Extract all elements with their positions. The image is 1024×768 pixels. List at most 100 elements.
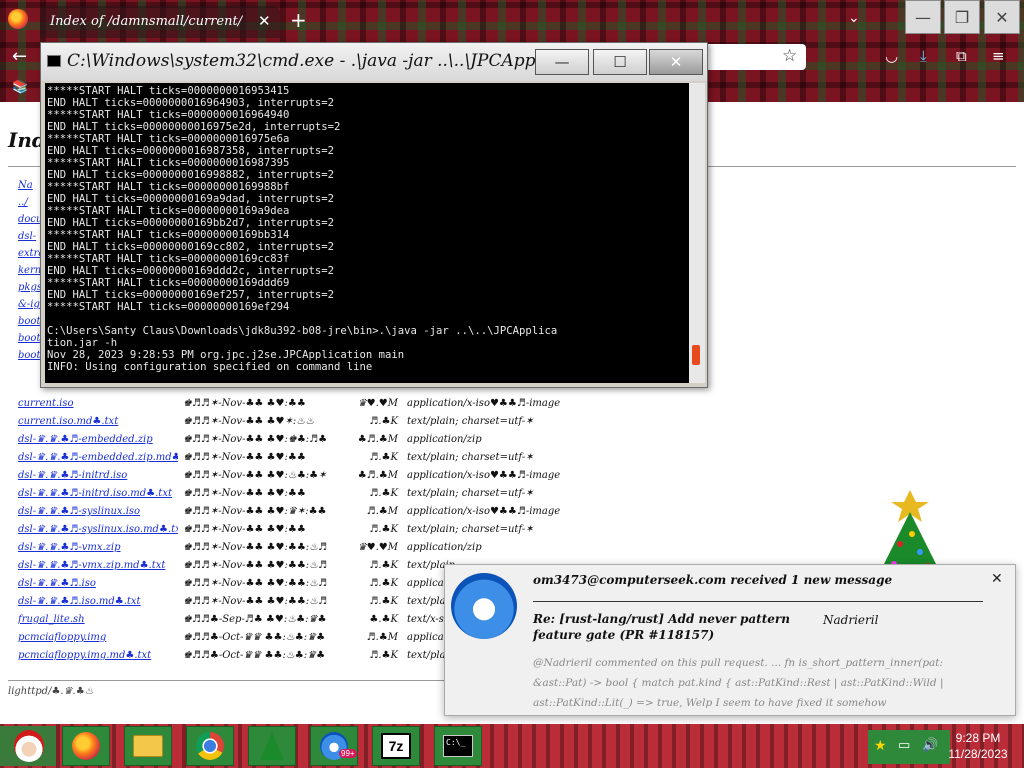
unread-badge: 99+: [339, 749, 357, 758]
listing-link[interactable]: extra: [18, 248, 40, 265]
notification-author: Nadrieril: [823, 613, 879, 627]
tray-network-icon[interactable]: ▭: [898, 738, 910, 753]
file-size: ♣♬.♣M: [357, 434, 398, 445]
listing-link[interactable]: boot: [18, 350, 40, 367]
christmas-tree-icon: [880, 490, 940, 572]
file-link[interactable]: frugal_lite.sh: [18, 614, 178, 625]
file-link[interactable]: dsl-♛.♛.♣♬.iso: [18, 578, 178, 589]
minimize-window-button[interactable]: —: [905, 0, 941, 34]
taskbar-tree-app[interactable]: [248, 726, 296, 766]
console-line: *****START HALT ticks=00000000169bb314: [47, 229, 290, 241]
taskbar-thunderbird[interactable]: 99+: [310, 726, 358, 766]
taskbar-file-explorer[interactable]: [124, 726, 172, 766]
file-date: ♚♬♬✶-Nov-♣♣ ♣♥:♣♣: [183, 398, 306, 409]
cmd-close-button[interactable]: ✕: [649, 49, 703, 75]
cmd-maximize-button[interactable]: ☐: [593, 49, 647, 75]
file-type: text/plain; charset=utf-✶: [407, 524, 534, 535]
file-size: ♬.♣K: [369, 650, 398, 661]
system-tray[interactable]: ★ ▭ 🔊: [868, 730, 950, 764]
file-link[interactable]: current.iso.md♣.txt: [18, 416, 178, 427]
restore-window-button[interactable]: ❐: [944, 0, 980, 34]
cmd-minimize-button[interactable]: —: [535, 49, 589, 75]
notification-subject: Re: [rust-lang/rust] Add never pattern f…: [533, 612, 790, 642]
file-link[interactable]: dsl-♛.♛.♣♬-initrd.iso: [18, 470, 178, 481]
taskbar-clock[interactable]: 9:28 PM 11/28/2023: [946, 730, 1010, 762]
tab-close-icon[interactable]: ✕: [258, 12, 271, 30]
console-scrollbar[interactable]: [689, 83, 705, 383]
file-type: application/x-iso♥♣♣♬-image: [407, 470, 561, 481]
console-line: tion.jar -h: [47, 337, 118, 349]
listing-link[interactable]: dsl-: [18, 231, 40, 248]
taskbar-chrome[interactable]: [186, 726, 234, 766]
taskbar-firefox[interactable]: [62, 726, 110, 766]
listing-link[interactable]: docu: [18, 214, 40, 231]
close-window-button[interactable]: ✕: [984, 0, 1020, 34]
file-date: ♚♬♬✶-Nov-♣♣ ♣♥:♣♣: [183, 524, 306, 535]
file-link[interactable]: dsl-♛.♛.♣♬-vmx.zip: [18, 542, 178, 553]
cmd-title-bar[interactable]: C:\Windows\system32\cmd.exe - .\java -ja…: [41, 43, 707, 81]
file-link[interactable]: dsl-♛.♛.♣♬-embedded.zip.md♣.txt: [18, 452, 178, 463]
cmd-window[interactable]: C:\Windows\system32\cmd.exe - .\java -ja…: [40, 42, 708, 388]
file-type: application/zip: [407, 542, 482, 553]
file-link[interactable]: dsl-♛.♛.♣♬-initrd.iso.md♣.txt: [18, 488, 178, 499]
file-link[interactable]: pcmciafloppy.img: [18, 632, 178, 643]
notification-sender: om3473@computerseek.com received 1 new m…: [533, 573, 893, 587]
listing-link[interactable]: pkgs: [18, 282, 40, 299]
file-type: application/zip: [407, 434, 482, 445]
file-link[interactable]: dsl-♛.♛.♣♬-syslinux.iso: [18, 506, 178, 517]
file-date: ♚♬♬✶-Nov-♣♣ ♣♥:♣♣:♨♬: [183, 542, 328, 553]
file-link[interactable]: dsl-♛.♛.♣♬-vmx.zip.md♣.txt: [18, 560, 178, 571]
file-date: ♚♬♬✶-Nov-♣♣ ♣♥:♣♣: [183, 488, 306, 499]
listing-link[interactable]: boot: [18, 316, 40, 333]
file-date: ♚♬♬♣-Oct-♛♛ ♣♣:♨♣:♛♣: [183, 650, 326, 661]
tray-star-icon[interactable]: ★: [874, 738, 887, 754]
new-tab-button[interactable]: +: [290, 10, 307, 30]
file-size: ♬.♣K: [369, 524, 398, 535]
console-line: END HALT ticks=00000000169a9dad, interru…: [47, 193, 335, 205]
file-date: ♚♬♬✶-Nov-♣♣ ♣♥:♣♣:♨♬: [183, 596, 328, 607]
scrollbar-thumb[interactable]: [692, 345, 700, 365]
listing-link[interactable]: ../: [18, 197, 40, 214]
7zip-icon: 7z: [381, 733, 411, 759]
clock-date: 11/28/2023: [948, 747, 1008, 761]
file-type: application/x-iso♥♣♣♬-image: [407, 506, 561, 517]
file-link[interactable]: dsl-♛.♛.♣♬-syslinux.iso.md♣.txt: [18, 524, 178, 535]
file-date: ♚♬♬✶-Nov-♣♣ ♣♥:♣♣: [183, 452, 306, 463]
folder-icon: [133, 735, 163, 757]
listing-link[interactable]: kerne: [18, 265, 40, 282]
file-link[interactable]: pcmciafloppy.img.md♣.txt: [18, 650, 178, 661]
file-date: ♚♬♬♣-Oct-♛♛ ♣♣:♨♣:♛♣: [183, 632, 326, 643]
firefox-logo-icon[interactable]: [8, 9, 28, 29]
file-size: ♬.♣K: [369, 452, 398, 463]
downloads-icon[interactable]: ⤓: [920, 47, 927, 65]
pocket-icon[interactable]: ◡: [885, 47, 898, 65]
back-arrow-icon[interactable]: ←: [12, 46, 27, 67]
list-all-tabs-icon[interactable]: ⌄: [848, 10, 860, 26]
cmd-title: C:\Windows\system32\cmd.exe - .\java -ja…: [67, 51, 557, 71]
tab-index-of-damnsmall[interactable]: Index of /damnsmall/current/: [40, 6, 280, 38]
santa-start-icon[interactable]: [14, 730, 44, 762]
taskbar-7zip[interactable]: 7z: [372, 726, 420, 766]
console-line: *****START HALT ticks=00000000169a9dea: [47, 205, 290, 217]
notification-close-icon[interactable]: ✕: [991, 571, 1003, 587]
file-link[interactable]: dsl-♛.♛.♣♬.iso.md♣.txt: [18, 596, 178, 607]
file-type: text/plain; charset=utf-✶: [407, 488, 534, 499]
file-date: ♚♬♬✶-Nov-♣♣ ♣♥:♛✶:♣♣: [183, 506, 327, 517]
listing-link[interactable]: boot: [18, 333, 40, 350]
file-link[interactable]: dsl-♛.♛.♣♬-embedded.zip: [18, 434, 178, 445]
extensions-icon[interactable]: ⧉: [956, 47, 967, 65]
taskbar-cmd[interactable]: C:\_: [434, 726, 482, 766]
bookmark-star-icon[interactable]: ☆: [782, 46, 797, 66]
console-output[interactable]: *****START HALT ticks=0000000016953415 EN…: [45, 83, 689, 383]
divider: [533, 601, 983, 602]
console-line: *****START HALT ticks=00000000169ef294: [47, 301, 290, 313]
tray-volume-icon[interactable]: 🔊: [922, 738, 938, 753]
file-link[interactable]: current.iso: [18, 398, 178, 409]
menu-hamburger-icon[interactable]: ≡: [992, 47, 1005, 65]
listing-link[interactable]: Na: [18, 180, 40, 197]
bookmark-folder-icon[interactable]: 📚: [12, 80, 28, 95]
listing-link[interactable]: &-ig: [18, 299, 40, 316]
mail-notification[interactable]: om3473@computerseek.com received 1 new m…: [444, 564, 1016, 716]
file-size: ♛♥.♥M: [357, 398, 398, 409]
console-line: END HALT ticks=00000000169bb2d7, interru…: [47, 217, 335, 229]
